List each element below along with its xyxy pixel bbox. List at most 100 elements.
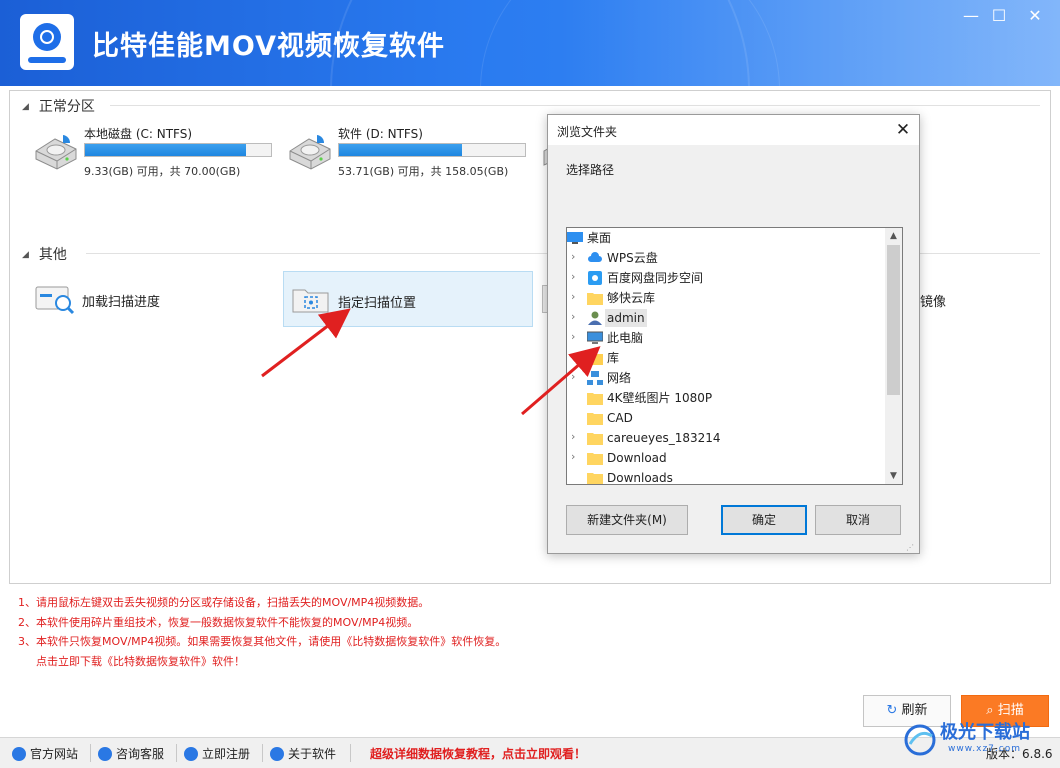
- item-label: 指定扫描位置: [338, 296, 417, 311]
- tree-item-label: Downloads: [607, 471, 673, 485]
- tree-item-label: WPS云盘: [607, 251, 658, 265]
- new-folder-button[interactable]: 新建文件夹(M): [566, 505, 688, 535]
- divider: [176, 744, 177, 762]
- home-icon: [12, 747, 26, 761]
- drive-capacity: 9.33(GB) 可用，共 70.00(GB): [84, 165, 241, 178]
- tree-scrollbar[interactable]: ▲ ▼: [885, 228, 902, 484]
- divider: [262, 744, 263, 762]
- expand-chevron-icon[interactable]: ›: [571, 310, 581, 323]
- tree-item[interactable]: 桌面: [567, 228, 885, 248]
- status-label: 立即注册: [202, 747, 251, 761]
- expand-chevron-icon[interactable]: ›: [571, 270, 581, 283]
- official-website-link[interactable]: 官方网站: [12, 745, 78, 762]
- watermark-text: 极光下载站: [940, 722, 1030, 743]
- hard-disk-icon: [289, 135, 331, 170]
- scroll-down-arrow-icon[interactable]: ▼: [885, 468, 902, 484]
- folder-icon: [587, 411, 603, 425]
- folder-scan-icon: [292, 289, 329, 313]
- drive-usage-bar: [84, 143, 272, 157]
- tree-item[interactable]: › 库: [567, 348, 885, 368]
- tree-item[interactable]: › 百度网盘同步空间: [567, 268, 885, 288]
- section-normal-partitions[interactable]: ◢ 正常分区: [22, 96, 95, 115]
- folder-tree[interactable]: 桌面 › WPS云盘 › 百度网盘同步空间 › 够快云库 › admin › 此电脑 › 库 › 网络 4K壁…: [566, 227, 903, 485]
- divider: [90, 744, 91, 762]
- dialog-instruction: 选择路径: [566, 163, 615, 177]
- tree-item-label: Download: [607, 451, 667, 465]
- tree-item-label: CAD: [607, 411, 633, 425]
- expand-chevron-icon[interactable]: ›: [571, 350, 581, 363]
- watermark-logo-icon: [904, 724, 936, 756]
- dialog-title: 浏览文件夹: [557, 125, 618, 139]
- ok-button[interactable]: 确定: [721, 505, 807, 535]
- drive-item-c[interactable]: 本地磁盘 (C: NTFS) 9.33(GB) 可用，共 70.00(GB): [32, 125, 282, 179]
- scroll-thumb[interactable]: [887, 245, 900, 395]
- expand-chevron-icon[interactable]: ›: [571, 290, 581, 303]
- specify-scan-location-button[interactable]: 指定扫描位置: [283, 271, 533, 327]
- minimize-button[interactable]: —: [956, 4, 986, 28]
- register-icon: [184, 747, 198, 761]
- hard-disk-icon: [35, 135, 77, 170]
- wps-cloud-icon: [587, 251, 603, 265]
- download-link[interactable]: 点击立即下载《比特数据恢复软件》软件！: [18, 652, 506, 672]
- tutorial-link[interactable]: 超级详细数据恢复教程，点击立即观看！: [370, 745, 586, 762]
- tree-item[interactable]: CAD: [567, 408, 885, 428]
- dialog-close-button[interactable]: ✕: [892, 119, 914, 141]
- drive-capacity: 53.71(GB) 可用，共 158.05(GB): [338, 165, 509, 178]
- register-link[interactable]: 立即注册: [184, 745, 250, 762]
- expand-chevron-icon[interactable]: ›: [571, 450, 581, 463]
- tree-item[interactable]: 4K壁纸图片 1080P: [567, 388, 885, 408]
- folder-icon: [587, 471, 603, 484]
- expand-chevron-icon[interactable]: ›: [571, 250, 581, 263]
- tree-item-label: 桌面: [587, 231, 612, 245]
- title-bar: 比特佳能MOV视频恢复软件 — ☐ ✕: [0, 0, 1060, 86]
- resize-grip-icon[interactable]: ⋰: [906, 543, 916, 553]
- refresh-icon: ↻: [886, 703, 898, 718]
- drive-item-d[interactable]: 软件 (D: NTFS) 53.71(GB) 可用，共 158.05(GB): [286, 125, 536, 179]
- baidu-sync-icon: [587, 271, 603, 285]
- watermark: 极光下载站 www.xz7.com: [900, 716, 1050, 766]
- tree-item[interactable]: › 此电脑: [567, 328, 885, 348]
- drive-name: 软件 (D: NTFS): [338, 127, 423, 141]
- tree-item[interactable]: › Download: [567, 448, 885, 468]
- tree-item[interactable]: › WPS云盘: [567, 248, 885, 268]
- tree-item[interactable]: › careueyes_183214: [567, 428, 885, 448]
- tree-item-label: 网络: [607, 371, 632, 385]
- network-icon: [587, 371, 603, 385]
- divider: [350, 744, 351, 762]
- tree-item-label: 库: [607, 351, 620, 365]
- tree-item[interactable]: › 够快云库: [567, 288, 885, 308]
- expand-chevron-icon[interactable]: ›: [571, 330, 581, 343]
- note-line: 2、本软件使用碎片重组技术，恢复一般数据恢复软件不能恢复的MOV/MP4视频。: [18, 615, 419, 629]
- tree-item-label: 4K壁纸图片 1080P: [607, 391, 713, 405]
- tree-item-label: 此电脑: [607, 331, 644, 345]
- dialog-title-bar: 浏览文件夹 ✕: [548, 115, 919, 145]
- section-title: 正常分区: [38, 99, 95, 115]
- maximize-button[interactable]: ☐: [984, 4, 1014, 28]
- item-label: 加载扫描进度: [82, 295, 161, 310]
- tree-item[interactable]: › admin: [567, 308, 885, 328]
- folder-icon: [587, 391, 603, 405]
- expand-chevron-icon[interactable]: ›: [571, 370, 581, 383]
- folder-icon: [587, 431, 603, 445]
- expand-chevron-icon[interactable]: ›: [571, 430, 581, 443]
- drive-usage-bar: [338, 143, 526, 157]
- cancel-button[interactable]: 取消: [815, 505, 901, 535]
- drive-name: 本地磁盘 (C: NTFS): [84, 127, 193, 141]
- computer-icon: [586, 331, 604, 345]
- tree-item[interactable]: Downloads: [567, 468, 885, 485]
- section-title: 其他: [38, 247, 67, 263]
- about-link[interactable]: 关于软件: [270, 745, 336, 762]
- app-title: 比特佳能MOV视频恢复软件: [92, 31, 445, 62]
- desktop-icon: [567, 231, 583, 245]
- tree-item-label: admin: [605, 309, 647, 327]
- close-button[interactable]: ✕: [1020, 4, 1050, 28]
- collapse-caret-icon: ◢: [22, 102, 29, 112]
- browse-folder-dialog: 浏览文件夹 ✕ 选择路径 桌面 › WPS云盘 › 百度网盘同步空间 › 够快云库 › admi…: [547, 114, 920, 554]
- load-scan-progress-button[interactable]: 加载扫描进度: [28, 271, 278, 327]
- app-logo-icon: [20, 14, 74, 70]
- customer-service-link[interactable]: 咨询客服: [98, 745, 164, 762]
- info-icon: [270, 747, 284, 761]
- tree-item[interactable]: › 网络: [567, 368, 885, 388]
- section-other[interactable]: ◢ 其他: [22, 244, 67, 263]
- scroll-up-arrow-icon[interactable]: ▲: [885, 228, 902, 244]
